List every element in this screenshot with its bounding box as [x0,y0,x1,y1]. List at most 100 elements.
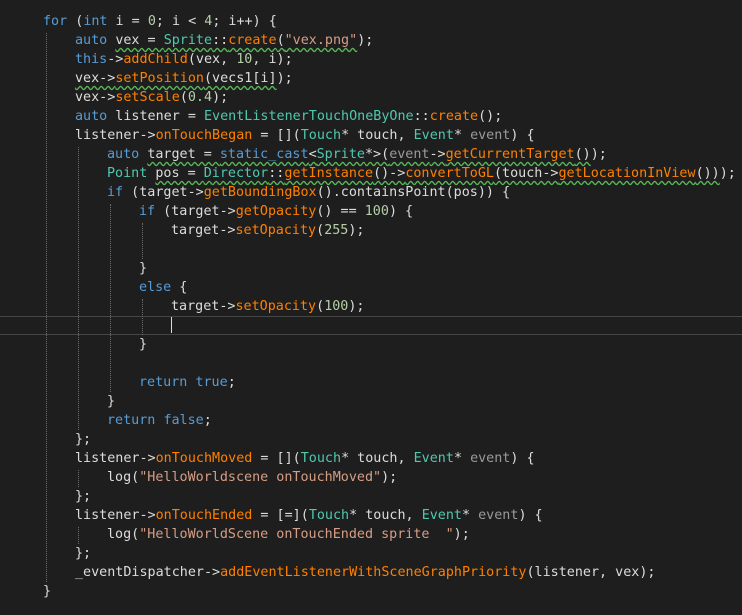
code-token: () [574,147,591,162]
code-token: () == [316,204,365,219]
code-token: ); [276,71,293,86]
code-line[interactable]: }; [0,544,742,563]
code-token: -> [429,147,446,162]
code-token: * touch, [341,451,414,466]
number-token: 0 [147,14,156,29]
code-token: } [139,261,148,276]
type-token: Director [203,166,269,181]
code-line[interactable]: auto target = static_cast<Sprite*>(event… [0,145,742,164]
code-line[interactable]: auto listener = EventListenerTouchOneByO… [0,107,742,126]
code-line[interactable] [0,240,742,259]
method-token: convertToGL [405,166,494,181]
method-token: setOpacity [235,299,317,314]
keyword-token: auto [75,109,108,124]
keyword-token: auto [75,33,108,48]
param-token: event [470,128,511,143]
code-token: * [453,451,471,466]
code-line[interactable]: target->setOpacity(255); [0,221,742,240]
code-token: listener-> [75,128,156,143]
method-token: onTouchBegan [155,128,253,143]
code-line[interactable]: } [0,392,742,411]
code-line[interactable]: if (target->getOpacity() == 100) { [0,202,742,221]
code-token: ( [67,14,84,29]
code-token: ( [316,299,325,314]
keyword-token: else [139,280,172,295]
code-editor[interactable]: for (int i = 0; i < 4; i++) {auto vex = … [0,0,742,615]
code-token: ); [719,166,736,181]
code-line[interactable]: } [0,259,742,278]
code-line[interactable]: listener->onTouchMoved = [](Touch* touch… [0,449,742,468]
function-token: getInstance [284,166,374,181]
code-line[interactable]: Point pos = Director::getInstance()->con… [0,164,742,183]
code-line[interactable]: vex->setPosition(vecs1[i]); [0,69,742,88]
code-token: ); [381,470,398,485]
code-token: ); [590,147,607,162]
number-token: 10 [236,52,253,67]
keyword-token: auto [107,147,140,162]
code-line[interactable]: } [0,582,742,601]
code-line[interactable]: target->setOpacity(100); [0,297,742,316]
keyword-token: for [43,14,68,29]
code-line[interactable]: listener->onTouchBegan = [](Touch* touch… [0,126,742,145]
keyword-token: int [83,14,108,29]
number-token: 255 [324,223,349,238]
plain-token: = []( [252,128,301,143]
code-token: ( [316,223,325,238]
code-token: ); [357,33,374,48]
code-line[interactable]: log("HelloWorldScene onTouchEnded sprite… [0,525,742,544]
code-line[interactable] [0,354,742,373]
code-token: :: [268,166,285,181]
method-token: getLocationInView [558,166,696,181]
code-line[interactable]: if (target->getBoundingBox().containsPoi… [0,183,742,202]
code-token: < [308,147,317,162]
code-token: } [139,337,148,352]
code-token: ( [276,33,285,48]
code-line[interactable]: auto vex = Sprite::create("vex.png"); [0,31,742,50]
code-line[interactable]: log("HelloWorldscene onTouchMoved"); [0,468,742,487]
code-token: ); [212,90,229,105]
method-token: addEventListenerWithSceneGraphPriority [220,565,527,580]
code-line[interactable]: else { [0,278,742,297]
string-token: "HelloWorldscene onTouchMoved" [139,470,382,485]
code-token: ; [227,375,236,390]
method-token: getCurrentTarget [445,147,575,162]
code-token: { [171,280,188,295]
method-token: getBoundingBox [203,185,317,200]
keyword-token: if [107,185,124,200]
type-token: Event [421,508,462,523]
keyword-token: static_cast [219,147,309,162]
plain-token: = [=]( [252,508,309,523]
param-token: event [470,451,511,466]
method-token: setPosition [115,71,204,86]
code-token: ); [348,223,365,238]
code-line[interactable]: vex->setScale(0.4); [0,88,742,107]
indent-guide [110,204,111,392]
code-line[interactable]: for (int i = 0; i < 4; i++) { [0,12,742,31]
code-token: (target-> [155,204,236,219]
code-line[interactable]: }; [0,487,742,506]
code-line[interactable]: } [0,335,742,354]
code-token: (touch-> [494,166,559,181]
code-token: log( [107,470,140,485]
code-token: _eventDispatcher-> [75,565,221,580]
type-token: EventListenerTouchOneByOne [204,109,414,124]
code-token: target = [147,147,220,162]
code-token: ); [348,299,365,314]
code-token: ()) [695,166,720,181]
type-token: Touch [308,508,350,523]
code-line[interactable]: listener->onTouchEnded = [=](Touch* touc… [0,506,742,525]
code-token: listener-> [75,508,156,523]
number-token: 0.4 [187,90,213,105]
code-token: :: [413,109,430,124]
current-line[interactable] [0,316,742,335]
code-line[interactable]: return true; [0,373,742,392]
indent-guide [46,33,47,582]
code-line[interactable]: }; [0,430,742,449]
code-line[interactable]: return false; [0,411,742,430]
number-token: 100 [324,299,349,314]
code-line[interactable]: _eventDispatcher->addEventListenerWithSc… [0,563,742,582]
code-line[interactable]: this->addChild(vex, 10, i); [0,50,742,69]
type-token: Touch [300,128,342,143]
code-token: (listener, vex); [526,565,656,580]
keyword-token: true [195,375,228,390]
